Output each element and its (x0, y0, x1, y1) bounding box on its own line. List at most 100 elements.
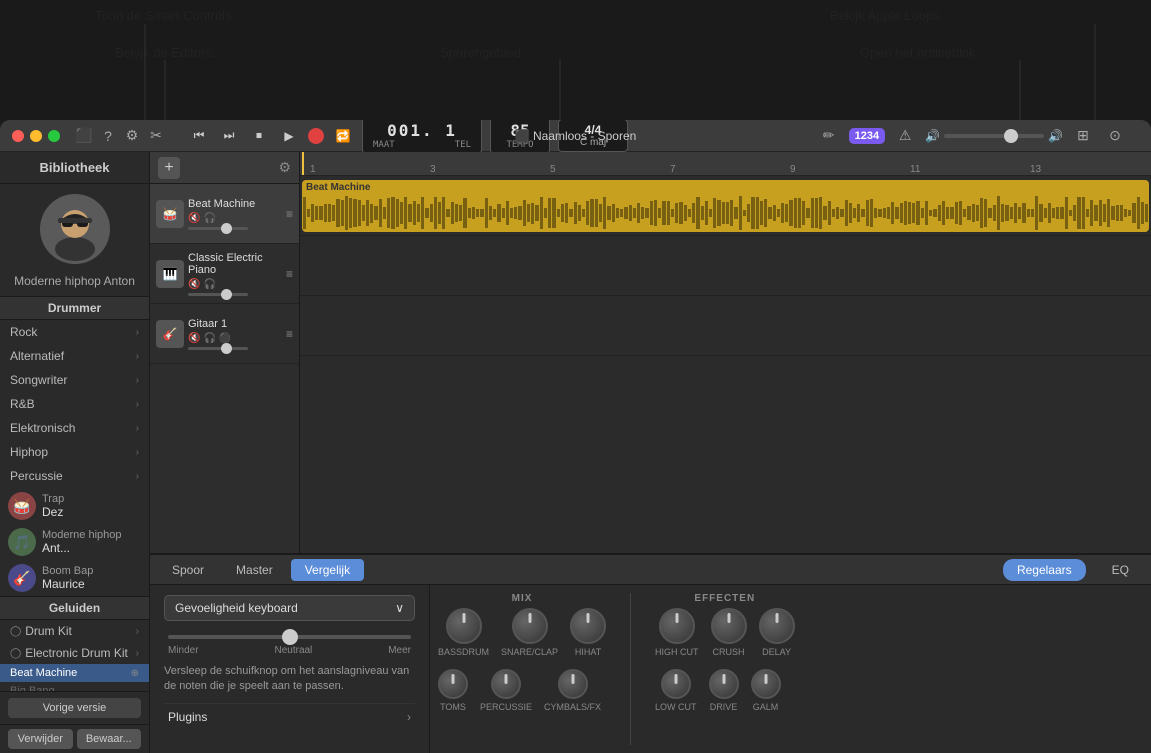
sound-item-big-bang[interactable]: Big Bang (0, 682, 149, 691)
keyboard-sensitivity-dropdown[interactable]: Gevoeligheid keyboard ∨ (164, 595, 415, 621)
volume-slider[interactable] (944, 134, 1044, 138)
record-button[interactable] (308, 128, 324, 144)
sporengebied-annotation: Sporengebied (440, 45, 521, 60)
apple-loops-icon[interactable]: ⊙ (1103, 124, 1127, 148)
chevron-right-icon: › (136, 626, 139, 637)
record-enable-icon[interactable]: ⚫ (219, 333, 231, 344)
library-item-songwriter[interactable]: Songwriter› (0, 368, 149, 392)
library-item-rb[interactable]: R&B› (0, 392, 149, 416)
library-item-rock[interactable]: Rock› (0, 320, 149, 344)
regelaars-button[interactable]: Regelaars (1003, 559, 1086, 581)
close-button[interactable] (12, 130, 24, 142)
waveform-bar (823, 206, 826, 220)
stop-button[interactable]: ⏹ (248, 125, 270, 147)
edit-icon[interactable]: ✏ (817, 124, 841, 148)
waveform-bar (1086, 209, 1089, 216)
waveform-bar (1120, 205, 1123, 220)
fast-forward-button[interactable]: ⏭ (218, 125, 240, 147)
save-button[interactable]: Bewaar... (77, 729, 142, 749)
minimize-button[interactable] (30, 130, 42, 142)
mute-icon[interactable]: 🔇 (188, 333, 200, 344)
plugins-row[interactable]: Plugins › (164, 703, 415, 730)
waveform-bar (366, 200, 369, 226)
sc-left-panel: Gevoeligheid keyboard ∨ Minder Neutraal … (150, 585, 430, 753)
library-panel: Bibliotheek (0, 152, 150, 753)
track-end-icon[interactable]: ≡ (286, 267, 293, 281)
drum-kit-item[interactable]: ◯ Drum Kit › (0, 620, 149, 642)
timeline-area: 135791113 Beat Machine (300, 152, 1151, 553)
track-end-icon[interactable]: ≡ (286, 207, 293, 221)
library-item-hiphop[interactable]: Hiphop› (0, 440, 149, 464)
sc-right-panel: MIX BASSDRUM SNARE/CLAP (430, 585, 1151, 753)
drummer-item-ant...[interactable]: 🎵 Moderne hiphop Ant... (0, 524, 149, 560)
mix-knobs-row2: TOMS PERCUSSIE CYMBALS/FX (438, 669, 606, 712)
percussie-knob[interactable] (491, 669, 521, 699)
alert-icon[interactable]: ⚠ (893, 124, 917, 148)
track-volume-slider-1[interactable] (188, 293, 248, 296)
galm-knob[interactable] (751, 669, 781, 699)
drummer-item-maurice[interactable]: 🎸 Boom Bap Maurice (0, 560, 149, 596)
play-button[interactable]: ▶ (278, 125, 300, 147)
drummer-item-dez[interactable]: 🥁 Trap Dez (0, 488, 149, 524)
waveform-bar (811, 198, 814, 227)
track-row-beat-machine[interactable]: 🥁 Beat Machine 🔇 🎧 ≡ (150, 184, 299, 244)
smart-controls-icon[interactable]: ⚙ (120, 124, 144, 148)
lowcut-knob[interactable] (661, 669, 691, 699)
library-item-alternatief[interactable]: Alternatief› (0, 344, 149, 368)
add-track-button[interactable]: + (158, 157, 180, 179)
headphone-icon[interactable]: 🎧 (203, 333, 215, 344)
mute-icon[interactable]: 🔇 (188, 213, 200, 224)
highcut-knob[interactable] (659, 608, 695, 644)
waveform-bar (692, 203, 695, 224)
library-icon[interactable]: ⬛ (72, 124, 96, 148)
traffic-lights (12, 130, 60, 142)
sound-item-beat-machine[interactable]: Beat Machine ⊕ (0, 664, 149, 682)
beat-machine-clip[interactable]: Beat Machine (302, 180, 1149, 232)
drive-knob[interactable] (709, 669, 739, 699)
bassdrum-knob[interactable] (446, 608, 482, 644)
track-volume-slider-2[interactable] (188, 347, 248, 350)
tab-spoor[interactable]: Spoor (158, 559, 218, 581)
waveform-bar (468, 208, 471, 217)
help-icon[interactable]: ? (96, 124, 120, 148)
waveform-bar (637, 203, 640, 223)
track-volume-slider-0[interactable] (188, 227, 248, 230)
toms-knob[interactable] (438, 669, 468, 699)
crush-knob[interactable] (711, 608, 747, 644)
waveform-bar (1137, 197, 1140, 229)
delay-knob[interactable] (759, 608, 795, 644)
waveform-bar (874, 208, 877, 218)
waveform-bar (743, 210, 746, 217)
smart-controls-annotation: Toon de Smart Controls. (95, 8, 235, 23)
download-icon: ⊕ (131, 668, 139, 679)
rewind-button[interactable]: ⏮ (188, 125, 210, 147)
library-item-percussie[interactable]: Percussie› (0, 464, 149, 488)
waveform-bar (1145, 204, 1148, 221)
tab-eq[interactable]: EQ (1098, 559, 1143, 581)
track-row-classic-electric-piano[interactable]: 🎹 Classic Electric Piano 🔇 🎧 ≡ (150, 244, 299, 304)
electronic-drum-kit-item[interactable]: ◯ Electronic Drum Kit › (0, 642, 149, 664)
cycle-button[interactable]: 🔁 (332, 125, 354, 147)
apple-loops-annotation: Bekijk Apple Loops. (830, 8, 943, 23)
maximize-button[interactable] (48, 130, 60, 142)
waveform-bar (988, 208, 991, 217)
tab-vergelijk[interactable]: Vergelijk (291, 559, 364, 581)
cymbals-knob[interactable] (558, 669, 588, 699)
waveform-bar (485, 198, 488, 228)
scissors-icon[interactable]: ✂ (144, 124, 168, 148)
position-display[interactable]: 001. 1 MAAT TEL (362, 120, 482, 154)
track-row-gitaar-1[interactable]: 🎸 Gitaar 1 🔇 🎧 ⚫ ≡ (150, 304, 299, 364)
headphone-icon[interactable]: 🎧 (203, 213, 215, 224)
track-end-icon[interactable]: ≡ (286, 327, 293, 341)
library-item-elektronisch[interactable]: Elektronisch› (0, 416, 149, 440)
snareclap-knob[interactable] (512, 608, 548, 644)
version-button[interactable]: Vorige versie (8, 698, 141, 718)
track-settings-icon[interactable]: ⚙ (278, 159, 291, 176)
grid-icon[interactable]: ⊞ (1071, 124, 1095, 148)
tab-master[interactable]: Master (222, 559, 287, 581)
headphone-icon[interactable]: 🎧 (203, 279, 215, 290)
sensitivity-slider[interactable]: Minder Neutraal Meer (164, 629, 415, 656)
hihat-knob[interactable] (570, 608, 606, 644)
remove-button[interactable]: Verwijder (8, 729, 73, 749)
mute-icon[interactable]: 🔇 (188, 279, 200, 290)
